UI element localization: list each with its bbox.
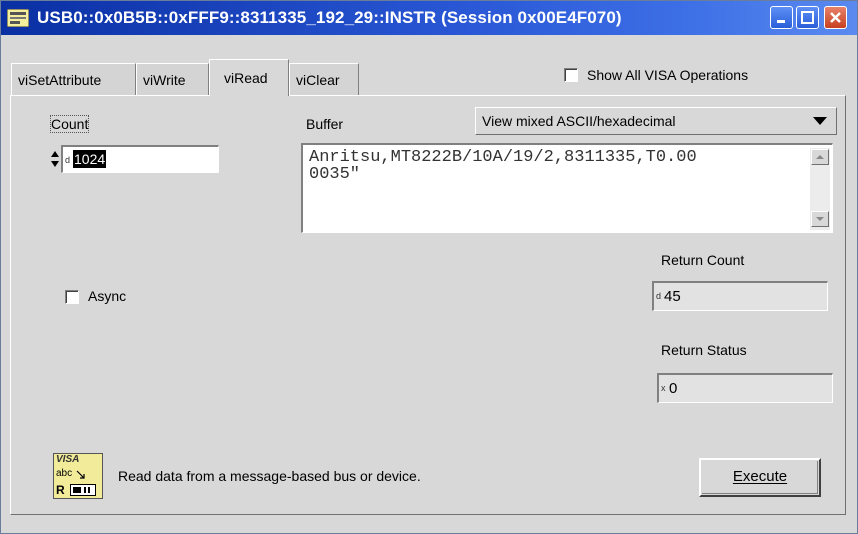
scroll-down-button[interactable]	[811, 211, 829, 227]
show-all-visa-label: Show All VISA Operations	[587, 67, 749, 83]
window-title: USB0::0x0B5B::0xFFF9::8311335_192_29::IN…	[37, 8, 622, 27]
count-label: Count	[49, 115, 90, 133]
count-radix-indicator: d	[65, 155, 71, 165]
close-button[interactable]	[824, 6, 847, 29]
execute-label: Execute	[732, 468, 788, 485]
visa-read-icon: VISA abc R	[53, 453, 103, 499]
buffer-content: Anritsu,MT8222B/10A/19/2,8311335,T0.00 0…	[309, 148, 697, 184]
return-count-indicator: d 45	[652, 281, 828, 311]
arrow-up-icon	[816, 155, 824, 159]
return-status-value: 0	[669, 380, 678, 397]
device-icon	[70, 484, 96, 496]
buffer-scrollbar[interactable]	[810, 148, 830, 230]
buffer-textarea[interactable]: Anritsu,MT8222B/10A/19/2,8311335,T0.00 0…	[301, 143, 833, 233]
operation-description: Read data from a message-based bus or de…	[118, 468, 421, 484]
visa-icon-title: VISA	[56, 454, 80, 465]
view-mode-selected: View mixed ASCII/hexadecimal	[482, 113, 676, 129]
minimize-button[interactable]	[770, 6, 793, 29]
count-spinner-icon[interactable]	[50, 147, 60, 171]
execute-button[interactable]: Execute	[699, 458, 821, 497]
chevron-down-icon	[813, 117, 827, 125]
count-input[interactable]: d 1024	[61, 145, 219, 173]
close-icon	[830, 12, 841, 23]
tab-label: viWrite	[143, 72, 186, 88]
visa-icon-abc: abc	[56, 468, 73, 479]
async-label: Async	[88, 288, 127, 304]
tab-viclear[interactable]: viClear	[289, 63, 359, 95]
return-count-value: 45	[664, 288, 681, 305]
show-all-visa-checkbox[interactable]	[564, 68, 578, 82]
scroll-up-button[interactable]	[811, 149, 829, 165]
return-status-label: Return Status	[661, 342, 747, 358]
minimize-icon	[777, 20, 785, 23]
return-status-radix: x	[661, 383, 666, 393]
title-bar[interactable]: USB0::0x0B5B::0xFFF9::8311335_192_29::IN…	[1, 1, 857, 35]
visa-app-icon	[7, 9, 29, 27]
visa-icon-r: R	[56, 483, 65, 497]
visa-session-window: USB0::0x0B5B::0xFFF9::8311335_192_29::IN…	[0, 0, 858, 534]
buffer-label: Buffer	[306, 116, 344, 132]
tab-visetattribute[interactable]: viSetAttribute	[11, 63, 136, 95]
tab-label: viClear	[296, 72, 340, 88]
tab-viread[interactable]: viRead	[209, 59, 289, 96]
tab-label: viRead	[224, 70, 268, 86]
async-checkbox[interactable]	[65, 290, 79, 304]
arrow-down-icon	[816, 217, 824, 221]
return-count-label: Return Count	[661, 252, 745, 268]
count-value: 1024	[73, 150, 107, 168]
view-mode-dropdown[interactable]: View mixed ASCII/hexadecimal	[475, 107, 837, 135]
return-count-radix: d	[656, 291, 662, 301]
maximize-button[interactable]	[796, 6, 819, 29]
tab-label: viSetAttribute	[18, 72, 102, 88]
return-status-indicator: x 0	[657, 373, 833, 403]
arrow-icon	[76, 470, 85, 479]
tab-viwrite[interactable]: viWrite	[136, 63, 209, 95]
maximize-icon	[801, 11, 814, 24]
